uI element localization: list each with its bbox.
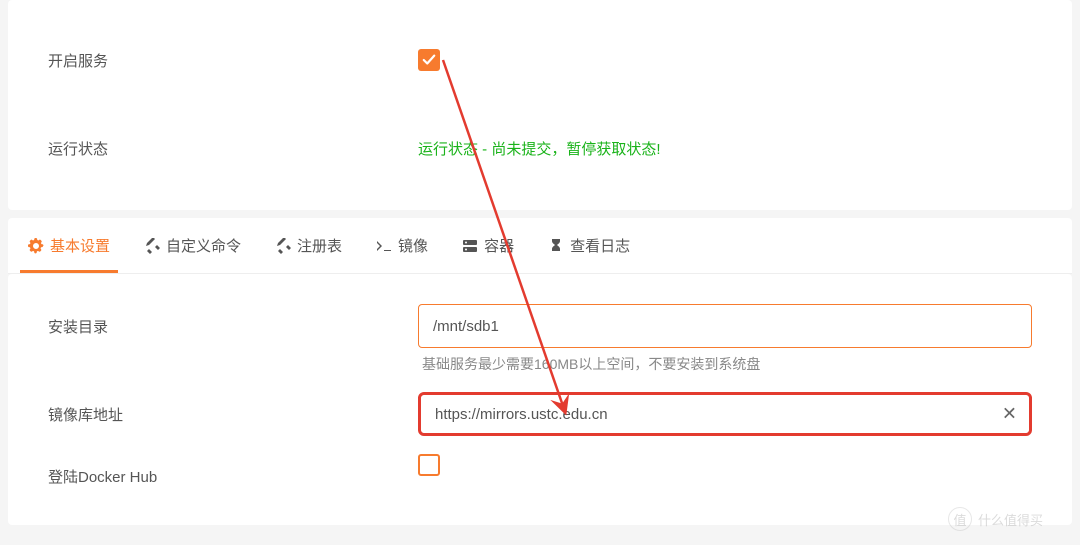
clear-input-button[interactable]: ✕ — [1002, 404, 1017, 425]
install-dir-row: 安装目录 基础服务最少需要160MB以上空间，不要安装到系统盘 — [8, 304, 1072, 374]
server-icon — [462, 238, 478, 254]
mirror-url-label: 镜像库地址 — [48, 392, 418, 425]
status-label: 运行状态 — [48, 138, 418, 159]
tools-icon — [275, 238, 291, 254]
install-dir-help: 基础服务最少需要160MB以上空间，不要安装到系统盘 — [418, 354, 1032, 374]
docker-hub-label: 登陆Docker Hub — [48, 454, 418, 487]
tab-basic-settings[interactable]: 基本设置 — [28, 219, 110, 272]
status-row: 运行状态 运行状态 - 尚未提交，暂停获取状态! — [8, 128, 1072, 168]
install-dir-label: 安装目录 — [48, 304, 418, 337]
watermark: 值 什么值得买 — [948, 505, 1068, 533]
mirror-url-highlight: ✕ — [418, 392, 1032, 436]
tab-registry[interactable]: 注册表 — [275, 219, 342, 272]
docker-hub-row: 登陆Docker Hub — [8, 454, 1072, 487]
watermark-text: 什么值得买 — [978, 510, 1043, 529]
terminal-icon — [376, 238, 392, 254]
enable-service-checkbox[interactable] — [418, 49, 440, 71]
tab-containers[interactable]: 容器 — [462, 219, 514, 272]
install-dir-input[interactable] — [418, 304, 1032, 348]
tab-images[interactable]: 镜像 — [376, 219, 428, 272]
tab-label: 注册表 — [297, 235, 342, 256]
watermark-logo: 值 — [948, 507, 972, 531]
enable-service-label: 开启服务 — [48, 50, 418, 71]
tab-logs[interactable]: 查看日志 — [548, 219, 630, 272]
tools-icon — [144, 238, 160, 254]
form-panel: 安装目录 基础服务最少需要160MB以上空间，不要安装到系统盘 镜像库地址 ✕ … — [8, 274, 1072, 525]
tab-label: 容器 — [484, 235, 514, 256]
tab-label: 基本设置 — [50, 235, 110, 256]
close-icon: ✕ — [1002, 404, 1017, 424]
tabs-bar: 基本设置 自定义命令 注册表 镜像 容器 查看日志 — [8, 218, 1072, 274]
tab-label: 自定义命令 — [166, 235, 241, 256]
check-icon — [422, 53, 436, 67]
tab-label: 镜像 — [398, 235, 428, 256]
gear-icon — [28, 238, 44, 254]
status-text: 运行状态 - 尚未提交，暂停获取状态! — [418, 138, 661, 159]
enable-service-row: 开启服务 — [8, 40, 1072, 80]
mirror-url-input[interactable] — [421, 395, 1029, 433]
docker-hub-checkbox[interactable] — [418, 454, 440, 476]
mirror-url-row: 镜像库地址 ✕ — [8, 392, 1072, 436]
tab-label: 查看日志 — [570, 235, 630, 256]
hourglass-icon — [548, 238, 564, 254]
tab-custom-commands[interactable]: 自定义命令 — [144, 219, 241, 272]
service-panel: 开启服务 运行状态 运行状态 - 尚未提交，暂停获取状态! — [8, 0, 1072, 210]
